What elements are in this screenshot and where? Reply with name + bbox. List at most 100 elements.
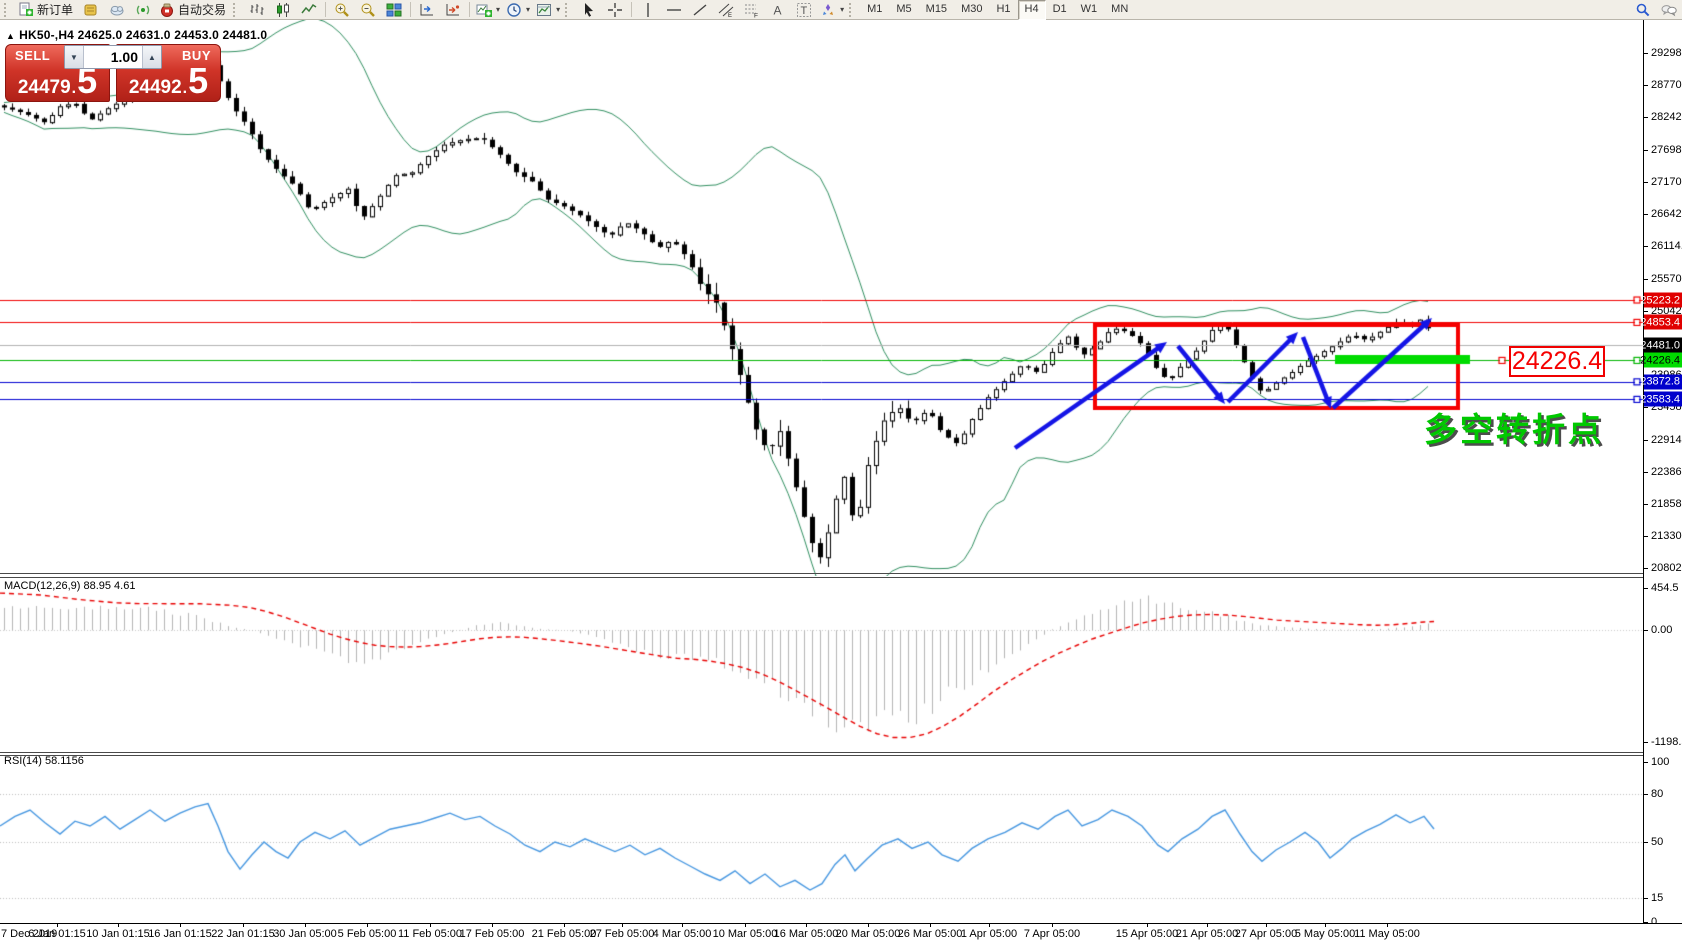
- mt4-terminal: 新订单 自动交易 ▾ ▾ ▾ EFAT ▾ M1M5M15M30H1H4D1W1MN ▲ HK5…: [0, 0, 1682, 942]
- tile-windows-button[interactable]: [381, 0, 407, 20]
- window-separator[interactable]: [0, 755, 1682, 756]
- fibonacci-button[interactable]: F: [739, 0, 765, 20]
- time-tick-label: 10 Jan 01:15: [86, 928, 150, 940]
- charts-notepad-button[interactable]: [78, 0, 104, 20]
- zoom-out-button[interactable]: [355, 0, 381, 20]
- dropdown-arrow-icon[interactable]: ▾: [496, 5, 500, 14]
- window-separator[interactable]: [0, 573, 1682, 574]
- time-tick: [1207, 924, 1208, 927]
- time-tick-label: 26 Mar 05:00: [898, 928, 963, 940]
- volume-decrease-icon[interactable]: ▼: [65, 46, 84, 68]
- window-separator[interactable]: [0, 577, 1682, 578]
- ohlc-info-text: HK50-,H4 24625.0 24631.0 24453.0 24481.0: [19, 28, 267, 42]
- channel-icon: E: [718, 2, 734, 18]
- dropdown-arrow-icon[interactable]: ▾: [526, 5, 530, 14]
- rsi-tick: [1644, 794, 1648, 795]
- price-level-annotation[interactable]: 24226.4: [1509, 346, 1605, 377]
- timeframe-h1-button[interactable]: H1: [989, 0, 1017, 20]
- volume-input[interactable]: [84, 46, 142, 68]
- price-tick-label: 26114.0: [1651, 240, 1682, 252]
- time-tick-label: 4 Mar 05:00: [653, 928, 712, 940]
- periods-button[interactable]: ▾: [503, 0, 533, 20]
- time-axis[interactable]: 7 Dec 20196 Jan 01:1510 Jan 01:1516 Jan …: [0, 923, 1682, 942]
- shapes-button[interactable]: ▾: [817, 0, 847, 20]
- price-tick-label: 22914.0: [1651, 434, 1682, 446]
- shift-end-button[interactable]: [414, 0, 440, 20]
- price-tick: [1644, 568, 1648, 569]
- timeframe-m5-button[interactable]: M5: [889, 0, 918, 20]
- price-axis[interactable]: 29298.028770.028242.027698.027170.026642…: [1643, 20, 1682, 923]
- time-tick-label: 1 Apr 05:00: [961, 928, 1017, 940]
- rsi-tick: [1644, 762, 1648, 763]
- text-button[interactable]: A: [765, 0, 791, 20]
- publisher-button[interactable]: [104, 0, 130, 20]
- time-tick: [243, 924, 244, 927]
- price-level-box: 23583.4: [1644, 392, 1682, 407]
- auto-scroll-button[interactable]: [440, 0, 466, 20]
- price-tick-label: 25570.0: [1651, 273, 1682, 285]
- time-tick-label: 21 Feb 05:00: [532, 928, 597, 940]
- price-chart-canvas[interactable]: [0, 20, 1643, 576]
- timeframe-mn-button[interactable]: MN: [1104, 0, 1135, 20]
- dropdown-arrow-icon[interactable]: ▾: [840, 5, 844, 14]
- time-tick: [989, 924, 990, 927]
- chat-button[interactable]: [1656, 0, 1682, 20]
- textT-icon: T: [796, 2, 812, 18]
- zoom-in-button[interactable]: [329, 0, 355, 20]
- volume-increase-icon[interactable]: ▲: [142, 46, 161, 68]
- price-tick: [1644, 182, 1648, 183]
- price-tick-label: 22386.0: [1651, 466, 1682, 478]
- time-tick-label: 21 Apr 05:00: [1176, 928, 1238, 940]
- timeframe-m30-button[interactable]: M30: [954, 0, 989, 20]
- price-tick: [1644, 246, 1648, 247]
- equidistant-channel-button[interactable]: E: [713, 0, 739, 20]
- collapse-panel-arrow-icon[interactable]: ▲: [6, 31, 15, 41]
- main-toolbar: 新订单 自动交易 ▾ ▾ ▾ EFAT ▾ M1M5M15M30H1H4D1W1MN: [0, 0, 1682, 20]
- line-chart-button[interactable]: [296, 0, 322, 20]
- time-tick-label: 16 Mar 05:00: [774, 928, 839, 940]
- rsi-chart-canvas[interactable]: [0, 756, 1643, 923]
- cursor-button[interactable]: [576, 0, 602, 20]
- autotrading-button[interactable]: 自动交易: [156, 0, 231, 20]
- macd-chart-canvas[interactable]: [0, 584, 1643, 752]
- new-order-button[interactable]: 新订单: [15, 0, 78, 20]
- chat-icon: [1661, 2, 1677, 18]
- hline-icon: [666, 2, 682, 18]
- time-tick-label: 17 Feb 05:00: [460, 928, 525, 940]
- toolbar-grip: [565, 3, 574, 17]
- time-tick-label: 22 Jan 01:15: [211, 928, 275, 940]
- crosshair-button[interactable]: [602, 0, 628, 20]
- timeframe-m15-button[interactable]: M15: [919, 0, 954, 20]
- sell-label: SELL: [15, 48, 50, 63]
- signals-button[interactable]: [130, 0, 156, 20]
- dropdown-arrow-icon[interactable]: ▾: [556, 5, 560, 14]
- templates-button[interactable]: ▾: [533, 0, 563, 20]
- time-tick-label: 6 Jan 01:15: [28, 928, 86, 940]
- timeframe-w1-button[interactable]: W1: [1074, 0, 1105, 20]
- price-tick-label: 26642.0: [1651, 208, 1682, 220]
- price-tick-label: 21858.0: [1651, 498, 1682, 510]
- time-tick: [622, 924, 623, 927]
- window-separator[interactable]: [0, 752, 1682, 753]
- time-tick-label: 30 Jan 05:00: [273, 928, 337, 940]
- trendline-button[interactable]: [687, 0, 713, 20]
- timeframe-m1-button[interactable]: M1: [860, 0, 889, 20]
- auto-scroll-icon: [445, 2, 461, 18]
- bar-chart-button[interactable]: [244, 0, 270, 20]
- search-button[interactable]: [1630, 0, 1656, 20]
- candlestick-chart-button[interactable]: [270, 0, 296, 20]
- timeframe-d1-button[interactable]: D1: [1046, 0, 1074, 20]
- text-label-button[interactable]: T: [791, 0, 817, 20]
- price-tick: [1644, 150, 1648, 151]
- indicators-button[interactable]: ▾: [473, 0, 503, 20]
- timeframe-h4-button[interactable]: H4: [1018, 0, 1046, 20]
- macd-tick-label: -1198.58: [1651, 736, 1682, 748]
- time-tick: [1387, 924, 1388, 927]
- price-tick-label: 20802.0: [1651, 562, 1682, 574]
- price-tick-label: 28242.0: [1651, 111, 1682, 123]
- timeframe-group: M1M5M15M30H1H4D1W1MN: [860, 0, 1135, 20]
- rsi-indicator-label: RSI(14) 58.1156: [4, 755, 84, 767]
- vertical-line-button[interactable]: [635, 0, 661, 20]
- horizontal-line-button[interactable]: [661, 0, 687, 20]
- turning-point-annotation[interactable]: 多空转折点: [1424, 403, 1604, 451]
